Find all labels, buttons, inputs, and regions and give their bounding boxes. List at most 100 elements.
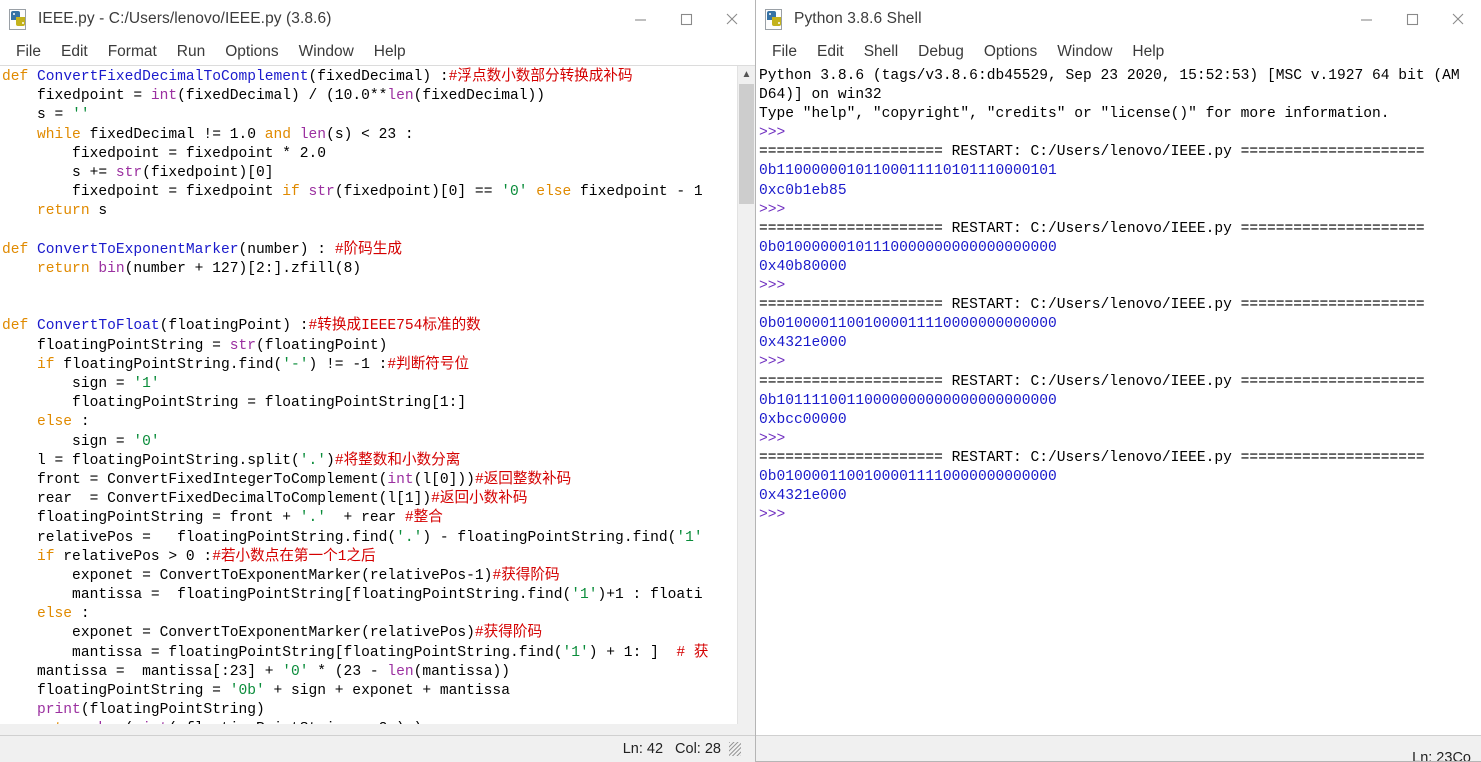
code-line: else : bbox=[37, 414, 90, 431]
code-line: while fixedDecimal != 1.0 and len(s) < 2… bbox=[37, 126, 414, 143]
code-line: def ConvertToFloat(floatingPoint) :#转换成I… bbox=[2, 318, 481, 335]
shell-col-indicator: Co bbox=[1452, 749, 1471, 762]
close-icon[interactable] bbox=[709, 0, 755, 38]
editor-vertical-scrollbar[interactable]: ▲ bbox=[737, 66, 755, 735]
code-line: exponet = ConvertToExponentMarker(relati… bbox=[2, 567, 560, 584]
shell-line: 0xbcc00000 bbox=[759, 411, 847, 428]
shell-line-indicator: Ln: 23 bbox=[1412, 749, 1453, 762]
maximize-icon[interactable] bbox=[1389, 0, 1435, 38]
code-line: if floatingPointString.find('-') != -1 :… bbox=[37, 356, 470, 373]
shell-line: 0xc0b1eb85 bbox=[759, 182, 847, 199]
code-line: front = ConvertFixedIntegerToComplement(… bbox=[2, 471, 572, 488]
code-line: else : bbox=[37, 606, 90, 623]
code-line: mantissa = floatingPointString[floatingP… bbox=[2, 587, 703, 604]
editor-menu-options[interactable]: Options bbox=[215, 41, 288, 63]
editor-horizontal-scrollbar[interactable] bbox=[0, 724, 738, 735]
shell-line: >>> bbox=[759, 430, 795, 447]
python-shell-icon bbox=[765, 9, 785, 30]
editor-menu-help[interactable]: Help bbox=[364, 41, 416, 63]
editor-col-indicator: Col: 28 bbox=[675, 741, 721, 757]
editor-menu-format[interactable]: Format bbox=[98, 41, 167, 63]
editor-menubar: File Edit Format Run Options Window Help bbox=[0, 38, 755, 65]
code-line: s += str(fixedpoint)[0] bbox=[2, 164, 274, 181]
shell-menu-help[interactable]: Help bbox=[1122, 41, 1174, 63]
code-line: sign = '1' bbox=[2, 376, 160, 392]
shell-menu-file[interactable]: File bbox=[762, 41, 807, 63]
minimize-icon[interactable] bbox=[617, 0, 663, 38]
close-icon[interactable] bbox=[1435, 0, 1481, 38]
resize-grip-icon[interactable] bbox=[729, 742, 741, 756]
shell-line: >>> bbox=[759, 278, 795, 295]
code-line: if relativePos > 0 :#若小数点在第一个1之后 bbox=[37, 548, 376, 565]
shell-line: 0b10111100110000000000000000000000 bbox=[759, 392, 1057, 409]
code-line: rear = ConvertFixedDecimalToComplement(l… bbox=[2, 491, 528, 508]
shell-line: >>> bbox=[759, 201, 795, 218]
shell-menu-edit[interactable]: Edit bbox=[807, 41, 854, 63]
shell-titlebar[interactable]: Python 3.8.6 Shell bbox=[756, 0, 1481, 38]
shell-line: 0b01000011001000011110000000000000 bbox=[759, 316, 1057, 333]
scroll-up-icon[interactable]: ▲ bbox=[738, 66, 755, 83]
shell-menu-debug[interactable]: Debug bbox=[908, 41, 974, 63]
shell-output-area[interactable]: Python 3.8.6 (tags/v3.8.6:db45529, Sep 2… bbox=[756, 66, 1481, 735]
shell-window-controls bbox=[1343, 0, 1481, 38]
code-line: s = '' bbox=[2, 107, 90, 124]
python-file-icon bbox=[9, 9, 29, 30]
shell-menu-shell[interactable]: Shell bbox=[854, 41, 908, 63]
editor-menu-file[interactable]: File bbox=[6, 41, 51, 63]
code-line: fixedpoint = fixedpoint if str(fixedpoin… bbox=[2, 184, 703, 201]
shell-line: 0x4321e000 bbox=[759, 488, 847, 505]
editor-titlebar[interactable]: IEEE.py - C:/Users/lenovo/IEEE.py (3.8.6… bbox=[0, 0, 755, 38]
code-line: print(floatingPointString) bbox=[37, 702, 265, 719]
idle-editor-window: IEEE.py - C:/Users/lenovo/IEEE.py (3.8.6… bbox=[0, 0, 756, 762]
code-line: return s bbox=[37, 203, 108, 220]
maximize-icon[interactable] bbox=[663, 0, 709, 38]
shell-line: >>> bbox=[759, 125, 795, 142]
python-shell-window: Python 3.8.6 Shell File Edit Shell Debug Opt… bbox=[755, 0, 1481, 762]
shell-line: 0b01000000101110000000000000000000 bbox=[759, 239, 1057, 256]
editor-text-area[interactable]: def ConvertFixedDecimalToComplement(fixe… bbox=[0, 65, 755, 735]
shell-line: ===================== RESTART: C:/Users/… bbox=[759, 144, 1425, 161]
shell-line: 0b01000011001000011110000000000000 bbox=[759, 468, 1057, 485]
shell-line: 0b11000000101100011110101110000101 bbox=[759, 163, 1057, 180]
code-line: return bin(number + 127)[2:].zfill(8) bbox=[37, 260, 362, 277]
shell-line: >>> bbox=[759, 354, 795, 371]
editor-status-bar: Ln: 42 Col: 28 bbox=[0, 735, 755, 762]
editor-menu-window[interactable]: Window bbox=[289, 41, 364, 63]
code-line: floatingPointString = front + '.' + rear… bbox=[2, 510, 443, 527]
shell-menubar: File Edit Shell Debug Options Window Help bbox=[756, 38, 1481, 65]
source-code[interactable]: def ConvertFixedDecimalToComplement(fixe… bbox=[0, 66, 728, 735]
editor-title: IEEE.py - C:/Users/lenovo/IEEE.py (3.8.6… bbox=[38, 10, 332, 27]
shell-line: Type "help", "copyright", "credits" or "… bbox=[759, 106, 1390, 123]
code-line: mantissa = floatingPointString[floatingP… bbox=[2, 644, 709, 661]
shell-line: Python 3.8.6 (tags/v3.8.6:db45529, Sep 2… bbox=[759, 68, 1460, 84]
editor-scroll-thumb[interactable] bbox=[739, 84, 754, 204]
code-line: l = floatingPointString.split('.')#将整数和小… bbox=[2, 452, 461, 469]
shell-line: 0x4321e000 bbox=[759, 335, 847, 352]
desktop-root: IEEE.py - C:/Users/lenovo/IEEE.py (3.8.6… bbox=[0, 0, 1481, 762]
code-line: floatingPointString = str(floatingPoint) bbox=[2, 337, 388, 354]
editor-window-controls bbox=[617, 0, 755, 38]
minimize-icon[interactable] bbox=[1343, 0, 1389, 38]
shell-title: Python 3.8.6 Shell bbox=[794, 10, 922, 27]
shell-line: D64)] on win32 bbox=[759, 87, 882, 104]
shell-line: ===================== RESTART: C:/Users/… bbox=[759, 220, 1425, 237]
shell-line: >>> bbox=[759, 507, 795, 524]
shell-menu-options[interactable]: Options bbox=[974, 41, 1047, 63]
code-line: def ConvertToExponentMarker(number) : #阶… bbox=[2, 241, 402, 258]
code-line: def ConvertFixedDecimalToComplement(fixe… bbox=[2, 69, 633, 85]
shell-transcript[interactable]: Python 3.8.6 (tags/v3.8.6:db45529, Sep 2… bbox=[759, 67, 1481, 525]
code-line: sign = '0' bbox=[2, 433, 160, 450]
code-line: exponet = ConvertToExponentMarker(relati… bbox=[2, 625, 543, 642]
shell-line: ===================== RESTART: C:/Users/… bbox=[759, 297, 1425, 314]
shell-menu-window[interactable]: Window bbox=[1047, 41, 1122, 63]
shell-line: ===================== RESTART: C:/Users/… bbox=[759, 373, 1425, 390]
code-line: mantissa = mantissa[:23] + '0' * (23 - l… bbox=[2, 663, 510, 680]
code-line: floatingPointString = '0b' + sign + expo… bbox=[2, 683, 510, 699]
editor-menu-run[interactable]: Run bbox=[167, 41, 215, 63]
editor-menu-edit[interactable]: Edit bbox=[51, 41, 98, 63]
code-line: fixedpoint = int(fixedDecimal) / (10.0**… bbox=[2, 88, 546, 105]
editor-line-indicator: Ln: 42 bbox=[622, 741, 664, 757]
